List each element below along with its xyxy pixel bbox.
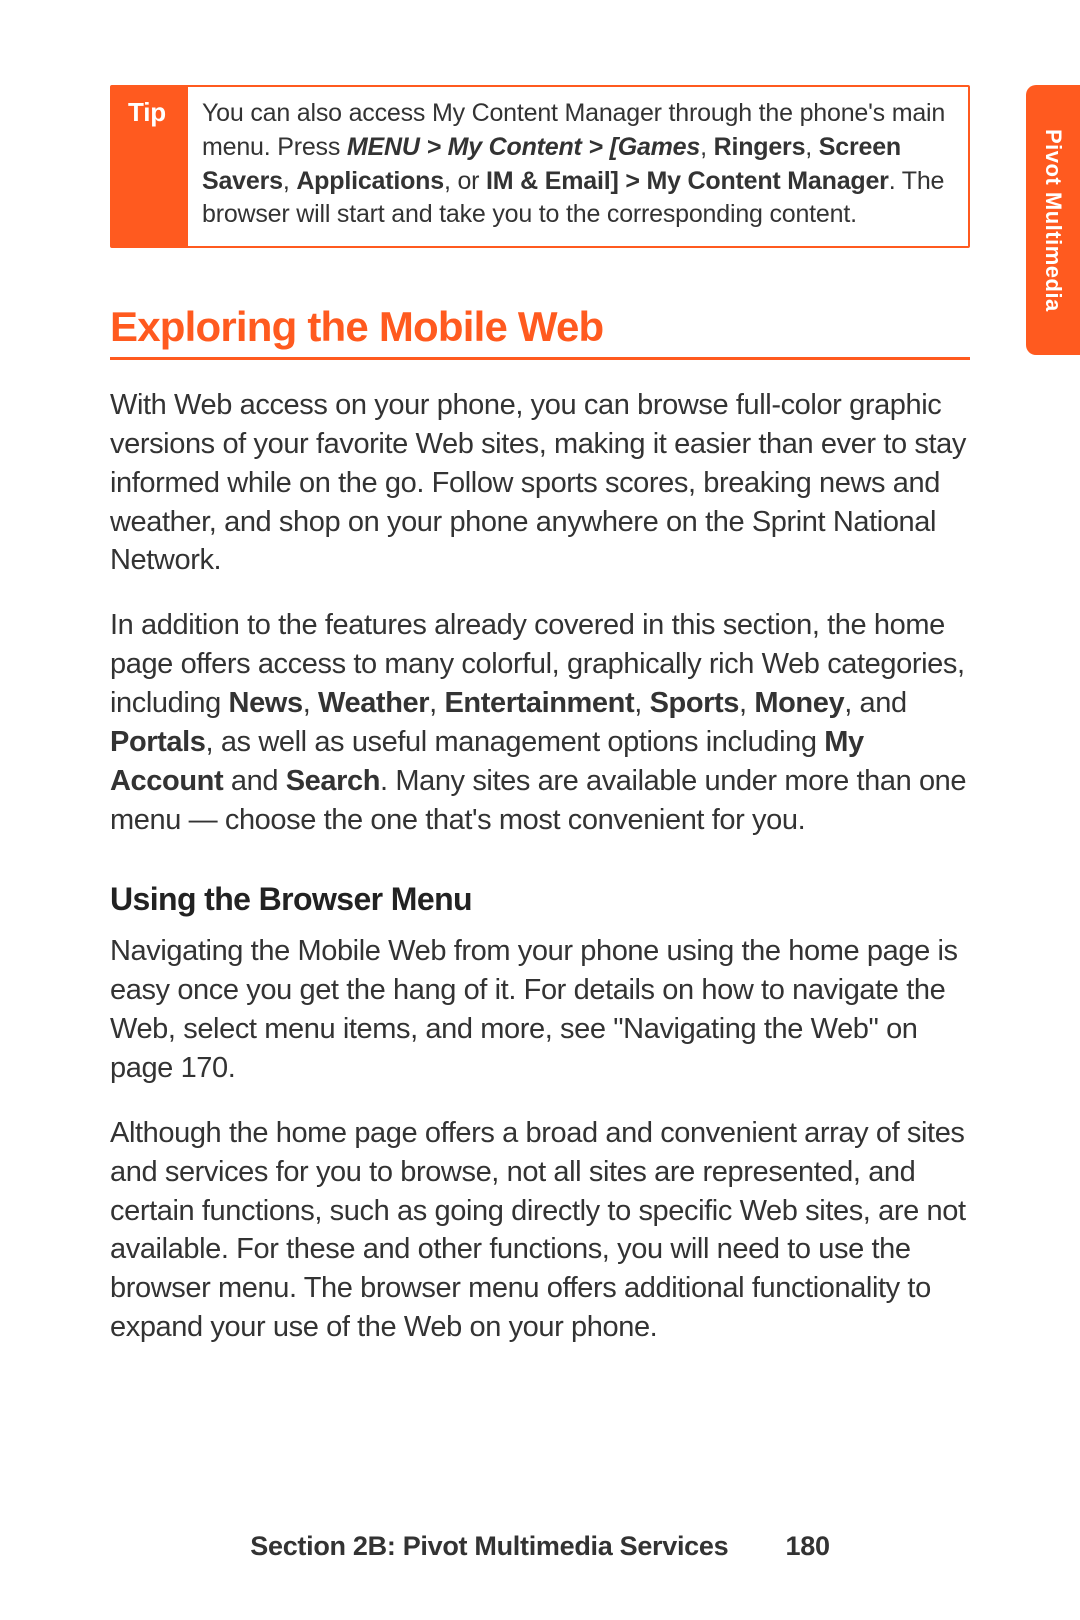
- tip-sep-4: , or: [444, 167, 486, 195]
- p2-b1: News: [229, 687, 303, 719]
- footer-section: Section 2B: Pivot Multimedia Services: [250, 1531, 728, 1561]
- p2-s3: ,: [634, 687, 649, 719]
- footer-page-number: 180: [786, 1531, 830, 1562]
- paragraph-3: Navigating the Mobile Web from your phon…: [110, 932, 970, 1087]
- p2-s2: ,: [429, 687, 444, 719]
- p2-b5: Money: [754, 687, 844, 719]
- p2-s1: ,: [303, 687, 318, 719]
- p2-b3: Entertainment: [444, 687, 634, 719]
- side-tab: Pivot Multimedia: [1026, 85, 1080, 355]
- p2-b4: Sports: [650, 687, 739, 719]
- p2-b8: Search: [286, 765, 380, 797]
- p2-s5: , and: [844, 687, 907, 719]
- tip-sep-2: ,: [805, 133, 819, 161]
- tip-label: Tip: [112, 87, 188, 246]
- page-footer: Section 2B: Pivot Multimedia Services 18…: [0, 1531, 1080, 1562]
- tip-bold-5: IM & Email] > My Content Manager: [486, 167, 889, 195]
- p2-s6: , as well as useful management options i…: [206, 726, 825, 758]
- tip-sep-1: ,: [700, 133, 714, 161]
- paragraph-2: In addition to the features already cove…: [110, 606, 970, 839]
- p2-s7: and: [223, 765, 286, 797]
- p2-s4: ,: [739, 687, 754, 719]
- tip-bold-4: Applications: [296, 167, 444, 195]
- tip-menu-path-1: MENU > My Content > [Games: [347, 133, 700, 161]
- manual-page: Pivot Multimedia Tip You can also access…: [0, 0, 1080, 1620]
- tip-body: You can also access My Content Manager t…: [188, 87, 968, 246]
- paragraph-4: Although the home page offers a broad an…: [110, 1114, 970, 1347]
- tip-sep-3: ,: [283, 167, 297, 195]
- paragraph-1: With Web access on your phone, you can b…: [110, 386, 970, 580]
- section-heading: Exploring the Mobile Web: [110, 303, 970, 360]
- tip-box: Tip You can also access My Content Manag…: [110, 85, 970, 248]
- subheading-browser-menu: Using the Browser Menu: [110, 881, 970, 918]
- p2-b6: Portals: [110, 726, 206, 758]
- side-tab-label: Pivot Multimedia: [1040, 129, 1066, 312]
- tip-bold-2: Ringers: [714, 133, 806, 161]
- p2-b2: Weather: [318, 687, 429, 719]
